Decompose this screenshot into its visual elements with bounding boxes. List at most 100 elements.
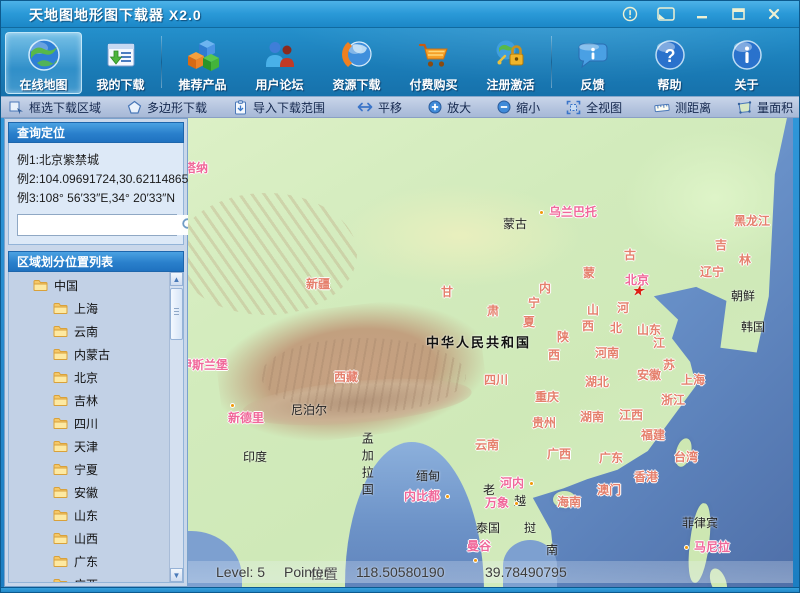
toolbar-button-注册激活[interactable]: 注册激活 [472, 32, 549, 94]
tree-item-山西[interactable]: 山西 [9, 527, 183, 550]
tree-item-北京[interactable]: 北京 [9, 366, 183, 389]
map-status-bar: Level: 5 位置 Pointer 118.50580190 39.7849… [188, 561, 793, 583]
toolbar-button-帮助[interactable]: ?帮助 [631, 32, 708, 94]
download-list-icon [103, 37, 139, 74]
tree-item-广东[interactable]: 广东 [9, 550, 183, 573]
map-label-广西: 广西 [547, 448, 571, 461]
folder-icon [53, 555, 68, 568]
scroll-down-icon[interactable]: ▼ [170, 568, 183, 582]
capital-dot-icon [445, 494, 450, 499]
tree-scrollbar[interactable]: ▲ ▼ [169, 272, 183, 582]
maptool-导入下载范围[interactable]: 导入下载范围 [233, 99, 325, 116]
maptool-label: 缩小 [516, 99, 540, 116]
map-label-江: 江 [653, 337, 665, 350]
map-label-内: 内 [539, 282, 551, 295]
tree-item-广西[interactable]: 广西 [9, 573, 183, 583]
map-canvas[interactable]: 中华人民共和国蒙古朝鲜韩国尼泊尔印度孟加拉国缅甸老挝越南泰国菲律宾新疆西藏黑龙江… [188, 118, 793, 587]
map-label-贵州: 贵州 [532, 417, 556, 430]
maptool-放大[interactable]: 放大 [428, 99, 471, 116]
toolbar-button-label: 付费购买 [409, 76, 457, 93]
folder-icon [53, 578, 68, 583]
map-label-越: 越 [514, 495, 526, 508]
maptool-测距离[interactable]: 测距离 [654, 99, 711, 116]
toolbar-button-用户论坛[interactable]: 用户论坛 [241, 32, 318, 94]
main-toolbar: 在线地图我的下载推荐产品用户论坛资源下载 付费购买 注册激活 反馈?帮助关于 [1, 28, 799, 96]
maptool-缩小[interactable]: 缩小 [497, 99, 540, 116]
scroll-up-icon[interactable]: ▲ [170, 272, 183, 286]
map-label-韩国: 韩国 [741, 321, 765, 334]
map-label-甘: 甘 [441, 286, 453, 299]
tree-item-四川[interactable]: 四川 [9, 412, 183, 435]
toolbar-button-label: 注册激活 [486, 76, 534, 93]
cubes-icon [185, 37, 221, 74]
toolbar-button-付费购买[interactable]: 付费购买 [395, 32, 472, 94]
maptool-全视图[interactable]: 全视图 [566, 99, 622, 116]
close-button[interactable] [763, 6, 785, 22]
status-pointer-label: Pointer [284, 564, 328, 580]
toolbar-button-推荐产品[interactable]: 推荐产品 [164, 32, 241, 94]
map-label-新疆: 新疆 [306, 278, 330, 291]
tree-item-宁夏[interactable]: 宁夏 [9, 458, 183, 481]
maptool-量面积[interactable]: 量面积 [737, 99, 793, 116]
maximize-button[interactable] [727, 6, 749, 22]
map-label-老: 老 [483, 484, 495, 497]
folder-icon [53, 348, 68, 361]
map-label-曼谷: 曼谷 [467, 540, 491, 553]
toolbar-button-label: 帮助 [657, 76, 681, 93]
window-controls [619, 6, 785, 22]
toolbar-button-资源下载[interactable]: 资源下载 [318, 32, 395, 94]
box-select-icon [9, 100, 24, 115]
capital-dot-icon [473, 558, 478, 563]
region-tree: 中国上海云南内蒙古北京吉林四川天津宁夏安徽山东山西广东广西 [9, 272, 183, 583]
zoom-out-icon [497, 100, 511, 114]
window-bottom-frame [1, 587, 799, 593]
scrollbar-thumb[interactable] [170, 288, 183, 340]
info-icon [622, 6, 638, 22]
status-zoom-level: Level: 5 [216, 564, 265, 580]
capital-dot-icon [514, 501, 519, 506]
query-panel-body: 例1:北京紫禁城 例2:104.09691724,30.62114865 例3:… [8, 143, 184, 245]
query-example-1: 例1:北京紫禁城 [17, 151, 177, 170]
tree-item-安徽[interactable]: 安徽 [9, 481, 183, 504]
map-label-河南: 河南 [595, 347, 619, 360]
folder-icon [53, 325, 68, 338]
island-philippines-south [707, 567, 730, 587]
close-icon [767, 7, 781, 21]
map-label-吉: 吉 [715, 239, 727, 252]
maptool-框选下载区域[interactable]: 框选下载区域 [9, 99, 101, 116]
island-taiwan [672, 437, 693, 469]
map-label-安徽: 安徽 [637, 369, 661, 382]
tree-item-中国[interactable]: 中国 [9, 274, 183, 297]
maptool-label: 框选下载区域 [29, 99, 101, 116]
toolbar-button-关于[interactable]: 关于 [708, 32, 785, 94]
toolbar-button-在线地图[interactable]: 在线地图 [5, 32, 82, 94]
toolbar-button-反馈[interactable]: 反馈 [554, 32, 631, 94]
tree-item-吉林[interactable]: 吉林 [9, 389, 183, 412]
tree-item-内蒙古[interactable]: 内蒙古 [9, 343, 183, 366]
map-label-缅甸: 缅甸 [416, 470, 440, 483]
map-label-中华人民共和国: 中华人民共和国 [426, 336, 531, 350]
maptool-多边形下载[interactable]: 多边形下载 [127, 99, 207, 116]
about-sphere-icon [729, 37, 765, 74]
tree-item-山东[interactable]: 山东 [9, 504, 183, 527]
search-input[interactable] [18, 215, 181, 235]
query-panel-header: 查询定位 [8, 122, 184, 143]
tree-item-云南[interactable]: 云南 [9, 320, 183, 343]
maximize-icon [731, 7, 746, 21]
maptool-平移[interactable]: 平移 [357, 99, 402, 116]
map-label-肃: 肃 [487, 305, 499, 318]
map-label-重庆: 重庆 [535, 391, 559, 404]
window-title: 天地图地形图下载器 X2.0 [29, 5, 202, 25]
tree-item-label: 天津 [74, 438, 98, 455]
minimize-button[interactable] [691, 6, 713, 22]
tree-item-天津[interactable]: 天津 [9, 435, 183, 458]
toolbar-button-label: 资源下载 [332, 76, 380, 93]
map-label-辽宁: 辽宁 [700, 266, 724, 279]
info-button[interactable] [619, 6, 641, 22]
tree-item-label: 山西 [74, 530, 98, 547]
skin-button[interactable] [655, 6, 677, 22]
toolbar-button-我的下载[interactable]: 我的下载 [82, 32, 159, 94]
tree-item-上海[interactable]: 上海 [9, 297, 183, 320]
map-label-西: 西 [548, 349, 560, 362]
status-pointer-cn: 位置 [310, 564, 338, 584]
